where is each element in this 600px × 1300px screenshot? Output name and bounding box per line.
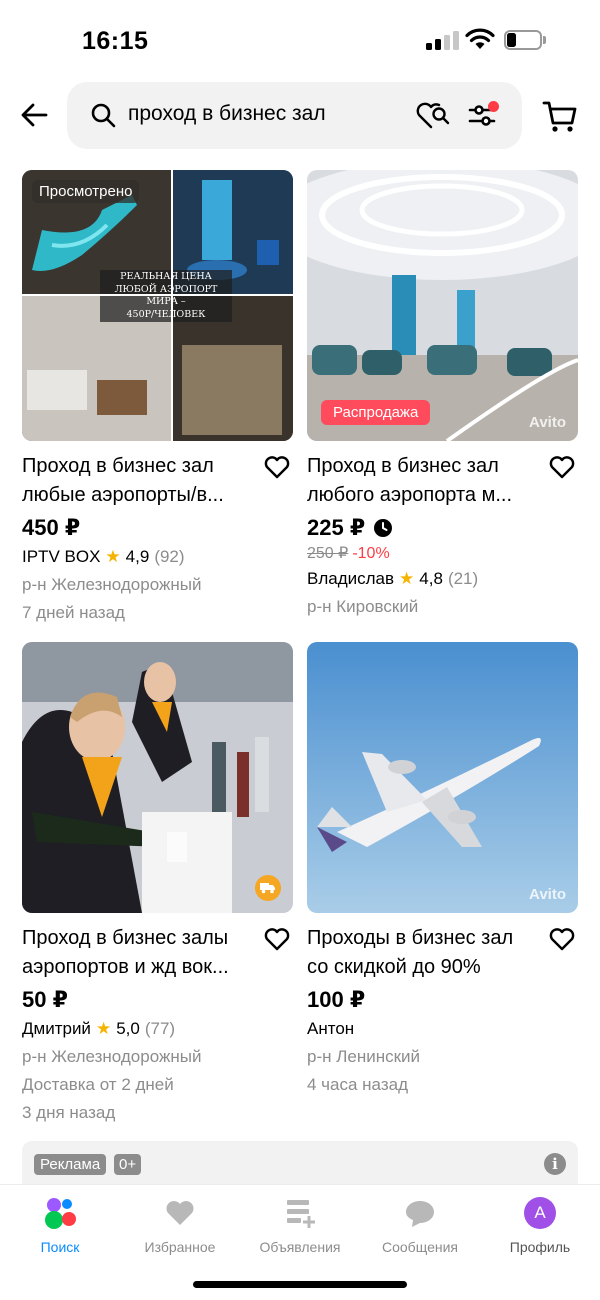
listing-photo[interactable]: Распродажа Avito xyxy=(307,170,578,441)
tab-listings[interactable]: Объявления xyxy=(240,1195,360,1255)
save-search-heart-icon[interactable] xyxy=(415,100,451,130)
discount: -10% xyxy=(352,545,390,562)
listing-price: 50 ₽ xyxy=(22,987,68,1012)
home-indicator xyxy=(193,1281,407,1288)
chat-icon xyxy=(402,1195,438,1231)
listing-photo[interactable] xyxy=(22,642,293,913)
info-icon[interactable]: i xyxy=(544,1153,566,1175)
ad-label: Реклама xyxy=(34,1154,107,1175)
listing-posted: 4 часа назад xyxy=(307,1075,408,1094)
avito-watermark: Avito xyxy=(529,886,566,903)
seller-info: Антон xyxy=(307,1019,355,1038)
tab-favorites[interactable]: Избранное xyxy=(120,1195,240,1255)
listing-posted: 7 дней назад xyxy=(22,603,125,622)
favorite-heart-icon[interactable] xyxy=(263,454,291,480)
listing-card[interactable]: РЕАЛЬНАЯ ЦЕНА ЛЮБОЙ АЭРОПОРТ МИРА – 450Р… xyxy=(22,170,293,627)
arrow-left-icon xyxy=(21,103,48,127)
favorite-heart-icon[interactable] xyxy=(263,926,291,952)
star-icon: ★ xyxy=(95,1019,112,1038)
listing-card[interactable]: Распродажа Avito Проход в бизнес зал люб… xyxy=(307,170,578,621)
listing-district: р-н Железнодорожный xyxy=(22,575,202,594)
clock-icon xyxy=(374,519,393,537)
status-time: 16:15 xyxy=(82,27,149,55)
listing-delivery: Доставка от 2 дней xyxy=(22,1075,174,1094)
star-icon: ★ xyxy=(105,547,121,566)
star-icon: ★ xyxy=(399,569,415,588)
avito-watermark: Avito xyxy=(529,414,566,431)
search-dots-icon xyxy=(42,1195,78,1231)
listing-photo[interactable]: РЕАЛЬНАЯ ЦЕНА ЛЮБОЙ АЭРОПОРТ МИРА – 450Р… xyxy=(22,170,293,441)
battery-icon xyxy=(504,30,546,50)
seller-info: Дмитрий ★ 5,0 (77) xyxy=(22,1015,293,1043)
avatar: A xyxy=(524,1197,556,1229)
listing-title[interactable]: Проход в бизнес зал любые аэропорты/в... xyxy=(22,452,262,510)
seller-info: Владислав ★ 4,8 (21) xyxy=(307,565,578,593)
listing-card[interactable]: Avito Проходы в бизнес зал со скидкой до… xyxy=(307,642,578,1099)
listing-title[interactable]: Проходы в бизнес зал со скидкой до 90% xyxy=(307,924,547,982)
status-bar: 16:15 xyxy=(0,0,600,80)
tab-profile[interactable]: A Профиль xyxy=(480,1195,600,1255)
listing-title[interactable]: Проход в бизнес залы аэропортов и жд вок… xyxy=(22,924,262,982)
listing-photo[interactable]: Avito xyxy=(307,642,578,913)
age-rating: 0+ xyxy=(114,1154,142,1175)
tab-messages[interactable]: Сообщения xyxy=(360,1195,480,1255)
favorite-heart-icon[interactable] xyxy=(548,454,576,480)
listing-posted: 3 дня назад xyxy=(22,1103,116,1122)
sale-badge: Распродажа xyxy=(321,400,431,425)
listings-icon xyxy=(282,1195,318,1231)
listing-title[interactable]: Проход в бизнес зал любого аэропорта м..… xyxy=(307,452,547,510)
search-icon xyxy=(91,103,116,128)
search-input[interactable]: проход в бизнес зал xyxy=(128,102,326,126)
listing-price: 225 ₽ xyxy=(307,513,578,543)
old-price-row: 250 ₽ -10% xyxy=(307,543,578,565)
listing-price: 100 ₽ xyxy=(307,987,366,1012)
cart-icon[interactable] xyxy=(542,98,578,134)
cellular-signal-icon xyxy=(426,30,459,50)
back-button[interactable] xyxy=(18,97,50,133)
listing-price: 450 ₽ xyxy=(22,515,81,540)
seller-info: IPTV BOX ★ 4,9 (92) xyxy=(22,543,293,571)
image-caption: РЕАЛЬНАЯ ЦЕНА ЛЮБОЙ АЭРОПОРТ МИРА – 450Р… xyxy=(114,271,218,320)
wifi-icon xyxy=(465,28,495,49)
favorite-heart-icon[interactable] xyxy=(548,926,576,952)
delivery-truck-icon xyxy=(255,875,281,901)
heart-icon xyxy=(162,1195,198,1231)
listing-card[interactable]: Проход в бизнес залы аэропортов и жд вок… xyxy=(22,642,293,1127)
filter-active-dot xyxy=(488,101,499,112)
viewed-badge: Просмотрено xyxy=(32,180,140,203)
tab-search[interactable]: Поиск xyxy=(0,1195,120,1255)
listing-district: р-н Кировский xyxy=(307,597,419,616)
listing-district: р-н Железнодорожный xyxy=(22,1047,202,1066)
listing-district: р-н Ленинский xyxy=(307,1047,421,1066)
old-price: 250 ₽ xyxy=(307,545,349,562)
